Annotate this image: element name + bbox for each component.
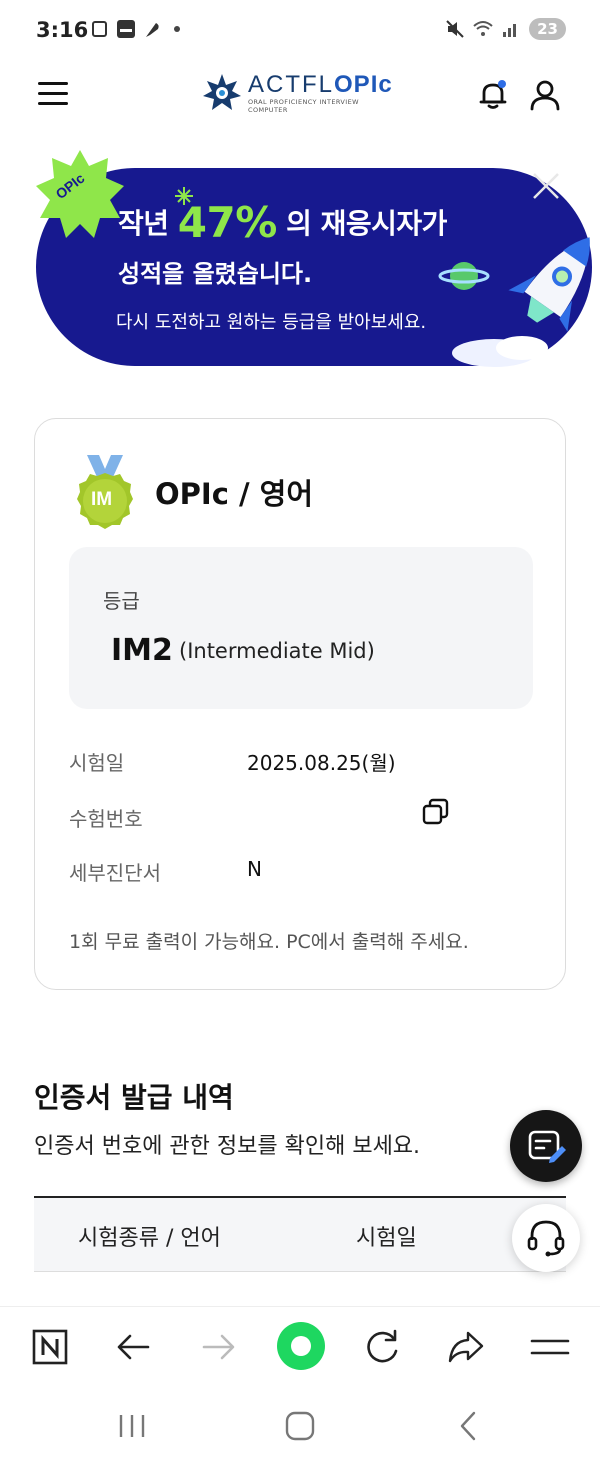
result-card: IM OPIc / 영어 등급 IM2 (Intermediate Mid) 시…: [34, 418, 566, 990]
info-row-exam-date: 시험일 2025.08.25(월): [69, 747, 529, 777]
browser-toolbar: [0, 1306, 600, 1392]
status-icons-left: [90, 19, 180, 39]
grade-box: 등급 IM2 (Intermediate Mid): [69, 547, 533, 709]
rocket-illustration: [438, 237, 590, 367]
refresh-icon[interactable]: [358, 1323, 406, 1371]
allone-app-icon: [117, 20, 135, 38]
column-header-exam-type: 시험종류 / 언어: [78, 1226, 221, 1251]
diagnosis-label: 세부진단서: [69, 861, 161, 885]
menu-button[interactable]: [38, 82, 68, 108]
banner-percent: 47%: [177, 198, 278, 247]
note-edit-icon: [528, 1130, 566, 1163]
column-header-exam-date: 시험일: [356, 1226, 417, 1251]
diagnosis-value: N: [247, 857, 262, 881]
opic-starburst-badge: [36, 150, 124, 238]
info-row-exam-number: 수험번호: [69, 798, 529, 833]
logo-sub-text-2: COMPUTER: [248, 106, 288, 114]
screenshot-icon: [92, 21, 107, 37]
signal-icon: [503, 24, 517, 37]
exam-number-label: 수험번호: [69, 807, 143, 831]
certificate-section-title: 인증서 발급 내역: [34, 1081, 234, 1114]
banner-headline-2: 성적을 올렸습니다.: [118, 260, 313, 288]
notification-button[interactable]: [476, 78, 510, 112]
forward-arrow-icon[interactable]: [194, 1323, 242, 1371]
back-icon[interactable]: [448, 1408, 488, 1444]
dot-icon: [174, 26, 180, 32]
logo-sub-text-1: ORAL PROFICIENCY INTERVIEW: [248, 98, 359, 106]
headset-icon: [527, 1220, 565, 1257]
banner-subtext: 다시 도전하고 원하는 등급을 받아보세요.: [116, 312, 427, 333]
copy-icon[interactable]: [421, 797, 451, 827]
certificate-section-subtitle: 인증서 번호에 관한 정보를 확인해 보세요.: [34, 1134, 421, 1159]
menu-lines-icon[interactable]: [526, 1323, 574, 1371]
info-row-diagnosis: 세부진단서 N: [69, 857, 529, 887]
home-icon[interactable]: [280, 1408, 320, 1444]
android-nav-bar: [0, 1392, 600, 1467]
app-header: ACTFLOPIc ORAL PROFICIENCY INTERVIEW COM…: [0, 64, 600, 128]
wifi-icon: [473, 21, 493, 36]
notification-dot: [498, 80, 506, 88]
share-icon[interactable]: [442, 1323, 490, 1371]
user-button[interactable]: [528, 78, 562, 112]
green-home-icon[interactable]: [274, 1319, 328, 1373]
banner-line1-post: 의 재응시자가: [286, 207, 447, 240]
promo-banner[interactable]: OPIc 작년 47% 의 재응시자가 성적을 올렸습니다. 다시 도전하고 원…: [34, 148, 598, 368]
exam-title: OPIc / 영어: [155, 477, 314, 511]
back-arrow-icon[interactable]: [110, 1323, 158, 1371]
status-bar: 3:16 23: [0, 0, 600, 64]
banner-line1-pre: 작년: [118, 207, 169, 240]
feather-icon: [146, 23, 159, 37]
naver-icon[interactable]: [26, 1323, 74, 1371]
actfl-opic-logo[interactable]: ACTFLOPIc ORAL PROFICIENCY INTERVIEW COM…: [202, 72, 393, 114]
mute-icon: [446, 20, 464, 38]
status-icons-right: 23: [445, 18, 566, 40]
menu-icon-line: [38, 92, 68, 95]
exam-date-label: 시험일: [69, 751, 125, 775]
user-icon: [530, 80, 560, 111]
close-icon[interactable]: [530, 170, 562, 202]
note-fab-button[interactable]: [510, 1110, 582, 1182]
recents-icon[interactable]: [112, 1408, 152, 1444]
banner-headline-1: 작년 47% 의 재응시자가: [118, 198, 447, 247]
print-note: 1회 무료 출력이 가능해요. PC에서 출력해 주세요.: [69, 931, 469, 953]
grade-label: 등급: [103, 589, 140, 613]
menu-icon-line: [38, 102, 68, 105]
certificate-table-header: 시험종류 / 언어 시험일: [34, 1196, 566, 1272]
battery-indicator: 23: [529, 18, 566, 40]
grade-value: IM2: [111, 633, 173, 668]
grade-description: (Intermediate Mid): [179, 639, 375, 663]
support-fab-button[interactable]: [512, 1204, 580, 1272]
status-time: 3:16: [36, 18, 89, 42]
logo-main-text: ACTFL: [248, 71, 335, 98]
logo-star-icon: [203, 74, 241, 110]
exam-date-value: 2025.08.25(월): [247, 751, 396, 775]
medal-text: IM: [91, 489, 113, 510]
menu-icon-line: [38, 82, 68, 85]
logo-bold-text: OPIc: [334, 71, 393, 98]
